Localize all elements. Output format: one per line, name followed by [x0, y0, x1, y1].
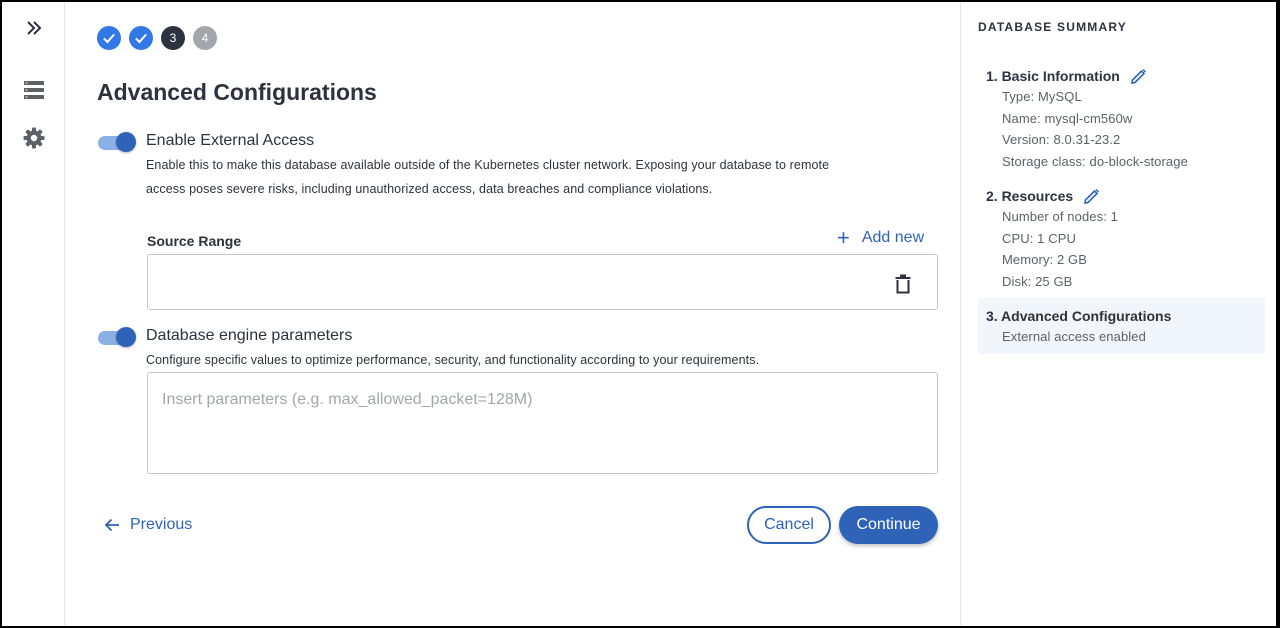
step-4-indicator: 4	[193, 26, 217, 50]
arrow-left-icon	[104, 517, 120, 533]
toggle-thumb	[116, 132, 136, 152]
check-icon	[135, 33, 147, 44]
summary-heading-text: 2. Resources	[986, 188, 1074, 204]
summary-line: Storage class: do-block-storage	[1002, 153, 1188, 169]
cancel-button[interactable]: Cancel	[747, 506, 831, 544]
engine-params-input[interactable]	[147, 372, 938, 474]
side-nav-rail	[2, 2, 65, 626]
description-line: access poses severe risks, including una…	[146, 182, 713, 196]
summary-line: Type: MySQL	[1002, 89, 1082, 104]
main-content: 3 4 Advanced Configurations Enable Exter…	[66, 2, 960, 626]
summary-line: Name: mysql-cm560w	[1002, 110, 1133, 126]
step-2-indicator	[129, 26, 153, 50]
external-access-toggle[interactable]	[98, 131, 136, 153]
summary-section-heading: 2. Resources	[986, 186, 1265, 206]
expand-nav-button[interactable]	[2, 10, 65, 46]
database-list-icon	[23, 81, 44, 99]
pencil-icon	[1084, 188, 1100, 204]
source-range-input[interactable]	[147, 254, 938, 310]
summary-line: Memory: 2 GB	[1002, 252, 1087, 267]
summary-line: Version: 8.0.31-23.2	[1002, 132, 1121, 147]
summary-line: CPU: 1 CPU	[1002, 230, 1076, 246]
add-new-label: Add new	[861, 229, 925, 246]
page-title: Advanced Configurations	[97, 79, 377, 105]
check-icon	[103, 33, 115, 44]
summary-line: External access enabled	[1002, 329, 1146, 344]
toggle-thumb	[116, 327, 136, 347]
edit-resources-button[interactable]	[1083, 188, 1100, 205]
app-window: 3 4 Advanced Configurations Enable Exter…	[2, 2, 1276, 626]
double-chevron-right-icon	[26, 21, 41, 35]
nav-settings-button[interactable]	[2, 120, 65, 156]
engine-params-label: Database engine parameters	[146, 327, 353, 344]
summary-line: Disk: 25 GB	[1002, 273, 1073, 289]
summary-section-advanced: 3. Advanced Configurations External acce…	[978, 298, 1265, 354]
gear-icon	[23, 127, 44, 149]
previous-button[interactable]: Previous	[104, 512, 192, 538]
source-range-label: Source Range	[147, 233, 242, 249]
add-new-button[interactable]: + Add new	[837, 227, 924, 249]
edit-basic-info-button[interactable]	[1130, 68, 1147, 85]
delete-source-range-button[interactable]	[888, 269, 918, 299]
description-line: Enable this to make this database availa…	[146, 158, 830, 172]
engine-params-toggle[interactable]	[98, 326, 136, 348]
plus-icon: +	[837, 225, 850, 250]
pencil-icon	[1130, 68, 1146, 84]
previous-label: Previous	[130, 516, 193, 533]
trash-icon	[895, 274, 911, 294]
summary-title: DATABASE SUMMARY	[978, 20, 1127, 34]
step-3-indicator: 3	[161, 26, 185, 50]
continue-button[interactable]: Continue	[839, 506, 938, 544]
summary-section-resources: 2. Resources Number of nodes: 1 CPU: 1 C…	[978, 186, 1265, 292]
summary-section-heading: 1. Basic Information	[986, 66, 1265, 86]
summary-heading-text: 3. Advanced Configurations	[986, 308, 1172, 324]
external-access-description: Enable this to make this database availa…	[146, 153, 829, 201]
database-summary-panel: DATABASE SUMMARY 1. Basic Information Ty…	[960, 2, 1276, 626]
summary-section-heading: 3. Advanced Configurations	[986, 306, 1265, 326]
nav-databases-button[interactable]	[2, 72, 65, 108]
summary-section-basic-info: 1. Basic Information Type: MySQL Name: m…	[978, 66, 1265, 172]
summary-line: Number of nodes: 1	[1002, 209, 1118, 224]
step-1-indicator	[97, 26, 121, 50]
summary-heading-text: 1. Basic Information	[986, 68, 1120, 84]
engine-params-description: Configure specific values to optimize pe…	[146, 353, 760, 367]
external-access-label: Enable External Access	[146, 132, 315, 149]
